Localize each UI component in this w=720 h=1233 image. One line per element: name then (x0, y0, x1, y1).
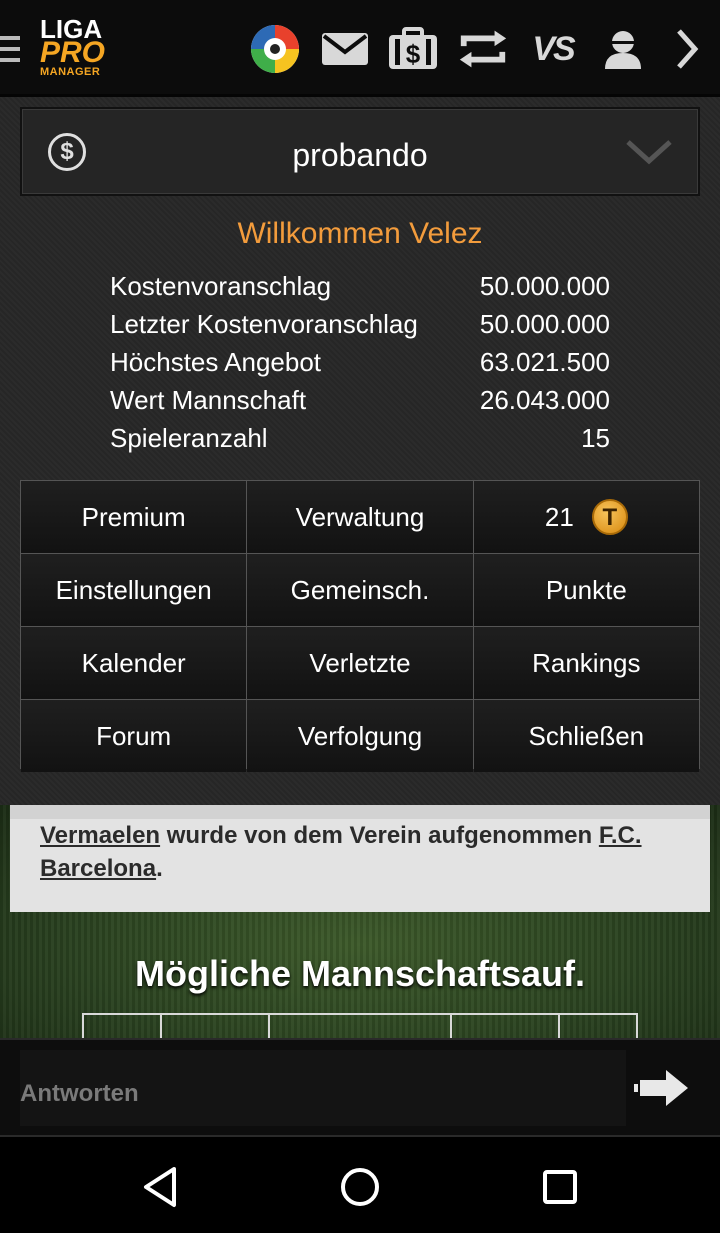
coins-button[interactable]: 21 (473, 481, 699, 553)
reply-bar: Antworten (0, 1038, 720, 1137)
player-link[interactable]: Vermaelen (40, 822, 160, 849)
lineup-title: Mögliche Mannschaftsauf. (134, 953, 586, 994)
stat-label: Wert Mannschaft (110, 385, 307, 415)
premium-button[interactable]: Premium (21, 481, 247, 553)
pitch-line (268, 1015, 270, 1038)
logo-manager: MANAGER (40, 66, 101, 78)
top-bar: LIGA PRO MANAGER $ VS (0, 0, 720, 97)
team-stats: Kostenvoranschlag 50.000.000 Letzter Kos… (110, 267, 610, 457)
points-button[interactable]: Punkte (473, 554, 699, 626)
stat-value: 50.000.000 (479, 271, 610, 301)
stat-row-last-budget: Letzter Kostenvoranschlag 50.000.000 (110, 305, 610, 343)
feed-area: Vermaelen wurde von dem Verein aufgenomm… (0, 805, 720, 1038)
versus-label: VS (532, 29, 575, 68)
dashboard-panel: $ probando Willkommen Velez Kostenvorans… (0, 97, 720, 805)
league-selector[interactable]: $ probando (20, 107, 700, 196)
pitch-line (160, 1015, 162, 1038)
pitch-line (450, 1015, 452, 1038)
stat-value: 63.021.500 (479, 347, 610, 377)
reply-placeholder: Antworten (20, 1080, 139, 1107)
svg-text:$: $ (406, 39, 421, 69)
rankings-button[interactable]: Rankings (473, 627, 699, 699)
injured-button[interactable]: Verletzte (247, 627, 473, 699)
league-name: probando (292, 137, 428, 173)
send-arrow-icon[interactable] (632, 1066, 692, 1110)
coin-icon (591, 499, 628, 535)
settings-button[interactable]: Einstellungen (21, 554, 247, 626)
transfers-icon[interactable] (456, 22, 510, 76)
profile-icon[interactable] (596, 22, 650, 76)
reply-input[interactable]: Antworten (20, 1050, 626, 1126)
system-nav-bar (0, 1137, 720, 1233)
news-body: wurde von dem Verein aufgenommen (160, 822, 599, 849)
stat-value: 15 (581, 423, 610, 453)
tracking-button[interactable]: Verfolgung (247, 700, 473, 772)
news-card: Vermaelen wurde von dem Verein aufgenomm… (10, 805, 710, 912)
menu-icon[interactable] (0, 36, 20, 64)
welcome-title: Willkommen Velez (237, 217, 483, 250)
stat-label: Spieleranzahl (110, 423, 268, 453)
chevron-down-icon (626, 140, 672, 165)
community-button[interactable]: Gemeinsch. (247, 554, 473, 626)
stat-row-player-count: Spieleranzahl 15 (110, 419, 610, 457)
stat-row-budget: Kostenvoranschlag 50.000.000 (110, 267, 610, 305)
back-icon[interactable] (138, 1165, 182, 1209)
stat-label: Letzter Kostenvoranschlag (110, 309, 418, 339)
market-money-icon[interactable]: $ (386, 22, 440, 76)
news-end: . (156, 855, 163, 882)
forum-button[interactable]: Forum (21, 700, 247, 772)
calendar-button[interactable]: Kalender (21, 627, 247, 699)
chevron-right-icon[interactable] (660, 22, 714, 76)
coin-count: 21 (544, 501, 574, 532)
pitch-line (558, 1015, 560, 1038)
stat-row-highest-offer: Höchstes Angebot 63.021.500 (110, 343, 610, 381)
stat-value: 26.043.000 (479, 385, 610, 415)
stat-row-team-value: Wert Mannschaft 26.043.000 (110, 381, 610, 419)
home-icon[interactable] (338, 1165, 382, 1209)
app-logo: LIGA PRO MANAGER (40, 16, 136, 80)
news-text: Vermaelen wurde von dem Verein aufgenomm… (40, 819, 680, 885)
menu-grid: Premium Verwaltung 21 Einstellungen Geme… (20, 480, 700, 772)
pitch-diagram (82, 1013, 638, 1038)
close-button[interactable]: Schließen (473, 700, 699, 772)
stat-label: Kostenvoranschlag (110, 271, 332, 301)
recents-icon[interactable] (538, 1165, 582, 1209)
mail-icon[interactable] (318, 22, 372, 76)
logo-pro: PRO (40, 36, 106, 69)
laliga-icon[interactable] (248, 22, 302, 76)
stat-label: Höchstes Angebot (110, 347, 322, 377)
admin-button[interactable]: Verwaltung (247, 481, 473, 553)
stat-value: 50.000.000 (479, 309, 610, 339)
versus-icon[interactable]: VS (526, 22, 580, 76)
